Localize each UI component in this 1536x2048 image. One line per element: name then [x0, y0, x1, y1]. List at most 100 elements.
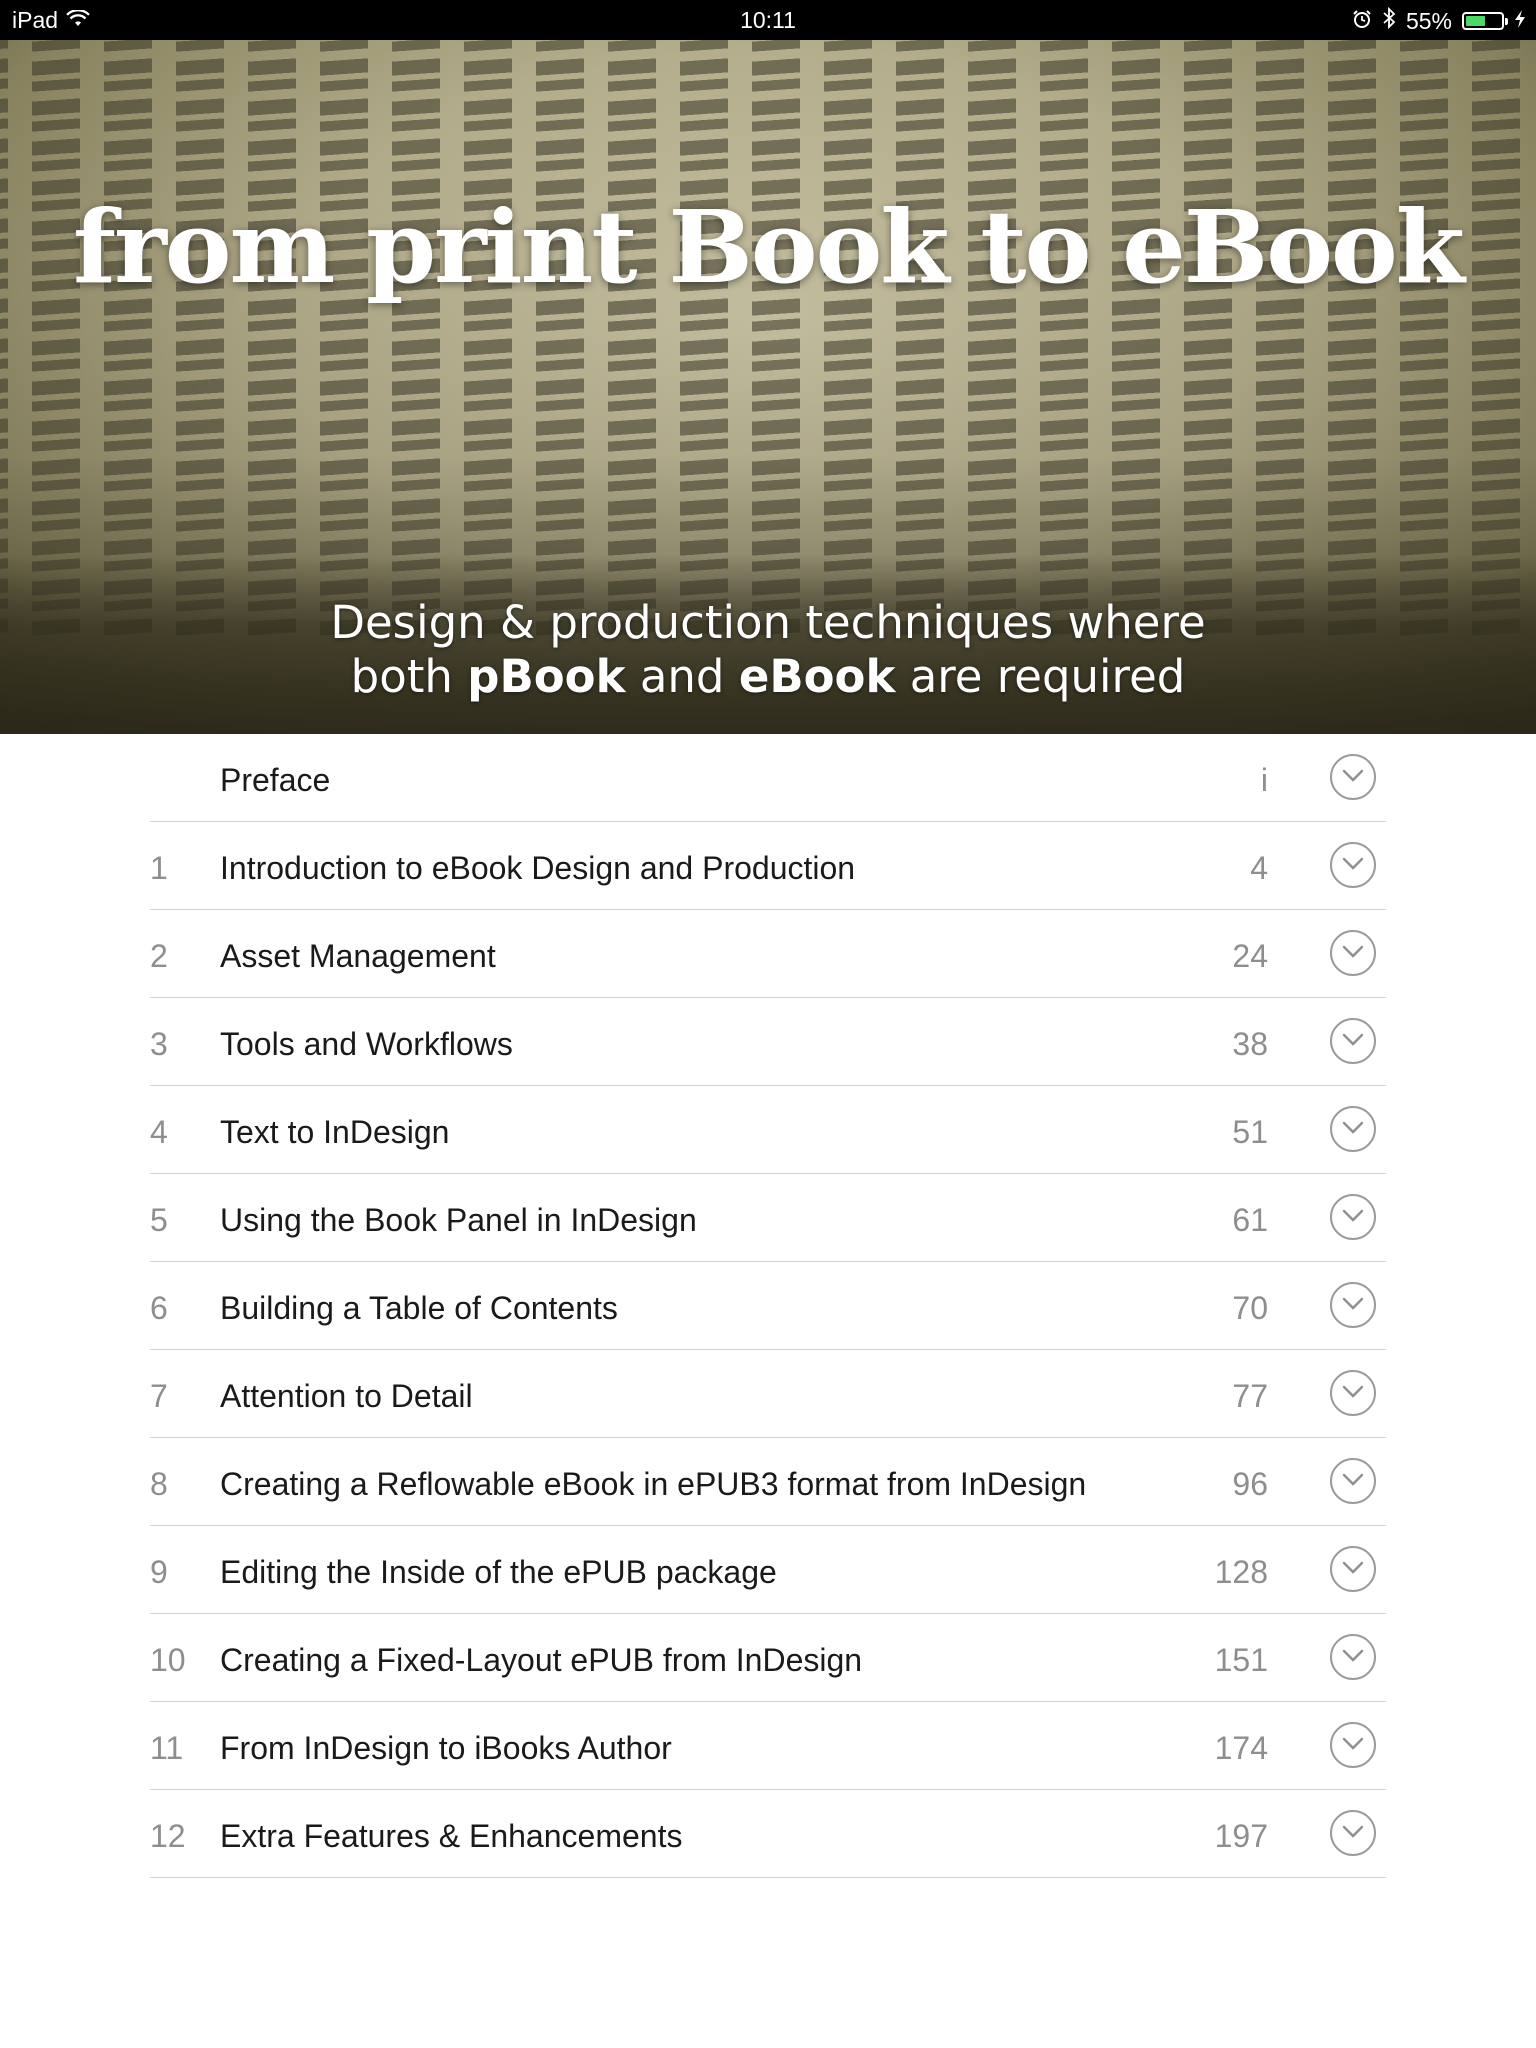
chapter-title: Tools and Workflows — [220, 1026, 513, 1062]
cover-texture-column — [392, 40, 440, 642]
subtitle-line-2: both pBook and eBook are required — [0, 650, 1536, 704]
chapter-page-number: i — [1260, 762, 1268, 798]
chapter-page-number: 77 — [1232, 1378, 1268, 1414]
chapter-page-number: 70 — [1232, 1290, 1268, 1326]
chapter-number: 11 — [150, 1730, 184, 1766]
chapter-number: 1 — [150, 850, 168, 886]
chevron-down-icon[interactable] — [1330, 1546, 1376, 1592]
toc-row[interactable]: 2 Asset Management 24 — [150, 910, 1386, 998]
cover-background-texture — [0, 40, 1536, 642]
chevron-down-icon[interactable] — [1330, 1282, 1376, 1328]
cover-texture-column — [248, 40, 296, 642]
subtitle-text: are required — [895, 650, 1186, 703]
charging-icon — [1514, 8, 1526, 35]
cover-texture-column — [536, 40, 584, 642]
chevron-down-icon[interactable] — [1330, 842, 1376, 888]
chapter-page-number: 197 — [1214, 1818, 1268, 1854]
chapter-title: Attention to Detail — [220, 1378, 473, 1414]
toc-row[interactable]: 9 Editing the Inside of the ePUB package… — [150, 1526, 1386, 1614]
toc-row[interactable]: 8 Creating a Reflowable eBook in ePUB3 f… — [150, 1438, 1386, 1526]
chapter-page-number: 151 — [1214, 1642, 1268, 1678]
chapter-title: Preface — [220, 762, 331, 798]
cover-texture-column — [824, 40, 872, 642]
subtitle-text: and — [625, 650, 739, 703]
toc-row[interactable]: 5 Using the Book Panel in InDesign 61 — [150, 1174, 1386, 1262]
toc-row[interactable]: 4 Text to InDesign 51 — [150, 1086, 1386, 1174]
chapter-page-number: 4 — [1250, 850, 1268, 886]
cover-texture-column — [680, 40, 728, 642]
subtitle-pbook: pBook — [467, 650, 626, 703]
chapter-number: 3 — [150, 1026, 168, 1062]
chevron-down-icon[interactable] — [1330, 754, 1376, 800]
chapter-title: Building a Table of Contents — [220, 1290, 618, 1326]
chevron-down-icon[interactable] — [1330, 1194, 1376, 1240]
cover-texture-column — [176, 40, 224, 642]
chapter-page-number: 128 — [1214, 1554, 1268, 1590]
table-of-contents: Preface i 1 Introduction to eBook Design… — [150, 734, 1386, 1878]
chevron-down-icon[interactable] — [1330, 1370, 1376, 1416]
chevron-down-icon[interactable] — [1330, 1634, 1376, 1680]
chapter-title: Introduction to eBook Design and Product… — [220, 850, 856, 886]
book-cover-hero: from print Book to eBook Design & produc… — [0, 40, 1536, 734]
toc-row[interactable]: 6 Building a Table of Contents 70 — [150, 1262, 1386, 1350]
chapter-page-number: 61 — [1232, 1202, 1268, 1238]
toc-row[interactable]: 1 Introduction to eBook Design and Produ… — [150, 822, 1386, 910]
battery-level-fill — [1466, 16, 1485, 26]
battery-percent: 55% — [1405, 7, 1452, 34]
toc-row[interactable]: 12 Extra Features & Enhancements 197 — [150, 1790, 1386, 1878]
alarm-icon — [1352, 8, 1372, 35]
chapter-page-number: 96 — [1232, 1466, 1268, 1502]
toc-row[interactable]: 11 From InDesign to iBooks Author 174 — [150, 1702, 1386, 1790]
cover-texture-column — [320, 40, 368, 642]
chapter-number: 4 — [150, 1114, 168, 1150]
cover-texture-column — [1256, 40, 1304, 642]
cover-texture-column — [752, 40, 800, 642]
chapter-page-number: 174 — [1214, 1730, 1268, 1766]
chevron-down-icon[interactable] — [1330, 1018, 1376, 1064]
subtitle-ebook: eBook — [738, 650, 896, 703]
chevron-down-icon[interactable] — [1330, 1722, 1376, 1768]
cover-texture-column — [1400, 40, 1448, 642]
chapter-number: 2 — [150, 938, 168, 974]
chapter-number: 5 — [150, 1202, 168, 1238]
cover-texture-column — [32, 40, 80, 642]
chapter-number: 12 — [150, 1818, 186, 1854]
chapter-title: Creating a Reflowable eBook in ePUB3 for… — [220, 1466, 1087, 1502]
battery-icon — [1462, 12, 1508, 30]
chapter-number: 9 — [150, 1554, 168, 1590]
chapter-title: Text to InDesign — [220, 1114, 450, 1150]
chapter-page-number: 24 — [1232, 938, 1268, 974]
cover-texture-column — [896, 40, 944, 642]
chapter-number: 7 — [150, 1378, 168, 1414]
chevron-down-icon[interactable] — [1330, 930, 1376, 976]
subtitle-line-1: Design & production techniques where — [330, 596, 1206, 649]
chevron-down-icon[interactable] — [1330, 1106, 1376, 1152]
subtitle-text: both — [350, 650, 468, 703]
book-title: from print Book to eBook — [73, 188, 1465, 306]
chapter-number: 10 — [150, 1642, 186, 1678]
chevron-down-icon[interactable] — [1330, 1458, 1376, 1504]
cover-texture-column — [1472, 40, 1520, 642]
toc-row[interactable]: 7 Attention to Detail 77 — [150, 1350, 1386, 1438]
cover-texture-column — [1328, 40, 1376, 642]
book-subtitle: Design & production techniques where bot… — [0, 596, 1536, 704]
chapter-title: Asset Management — [220, 938, 496, 974]
chapter-title: Creating a Fixed-Layout ePUB from InDesi… — [220, 1642, 863, 1678]
cover-texture-column — [1040, 40, 1088, 642]
chapter-title: Extra Features & Enhancements — [220, 1818, 683, 1854]
toc-row[interactable]: Preface i — [150, 734, 1386, 822]
status-bar-right: 55% — [1352, 6, 1526, 35]
chevron-down-icon[interactable] — [1330, 1810, 1376, 1856]
cover-texture-column — [968, 40, 1016, 642]
cover-texture-column — [608, 40, 656, 642]
chapter-page-number: 51 — [1232, 1114, 1268, 1150]
cover-texture-column — [1112, 40, 1160, 642]
chapter-title: Editing the Inside of the ePUB package — [220, 1554, 777, 1590]
status-time: 10:11 — [740, 7, 796, 33]
chapter-page-number: 38 — [1232, 1026, 1268, 1062]
toc-row[interactable]: 10 Creating a Fixed-Layout ePUB from InD… — [150, 1614, 1386, 1702]
status-bar: iPad 10:11 55% — [0, 0, 1536, 40]
chapter-title: Using the Book Panel in InDesign — [220, 1202, 697, 1238]
toc-row[interactable]: 3 Tools and Workflows 38 — [150, 998, 1386, 1086]
chapter-number: 8 — [150, 1466, 168, 1502]
